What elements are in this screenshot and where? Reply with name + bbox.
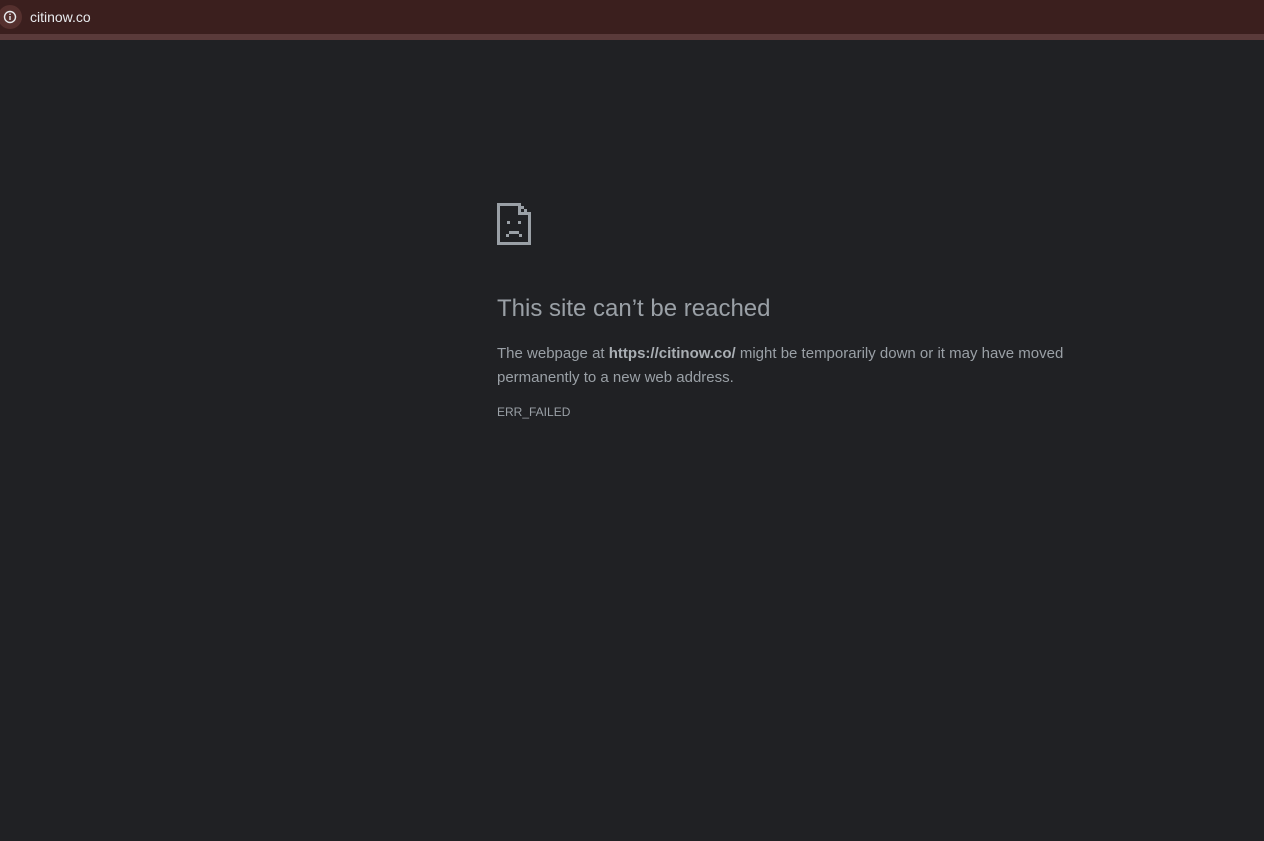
address-bar-url[interactable]: citinow.co bbox=[30, 9, 91, 26]
description-prefix: The webpage at bbox=[497, 345, 609, 362]
info-circle-icon bbox=[3, 10, 17, 24]
error-title: This site can’t be reached bbox=[497, 295, 771, 322]
error-description: The webpage at https://citinow.co/ might… bbox=[497, 342, 1087, 390]
error-content: This site can’t be reached The webpage a… bbox=[497, 203, 1097, 420]
topbar-divider bbox=[0, 34, 1264, 40]
error-code: ERR_FAILED bbox=[497, 405, 571, 419]
error-url: https://citinow.co/ bbox=[608, 345, 736, 362]
browser-topbar: citinow.co bbox=[0, 0, 1264, 34]
site-info-button[interactable] bbox=[0, 5, 22, 29]
sad-page-icon bbox=[497, 203, 531, 245]
